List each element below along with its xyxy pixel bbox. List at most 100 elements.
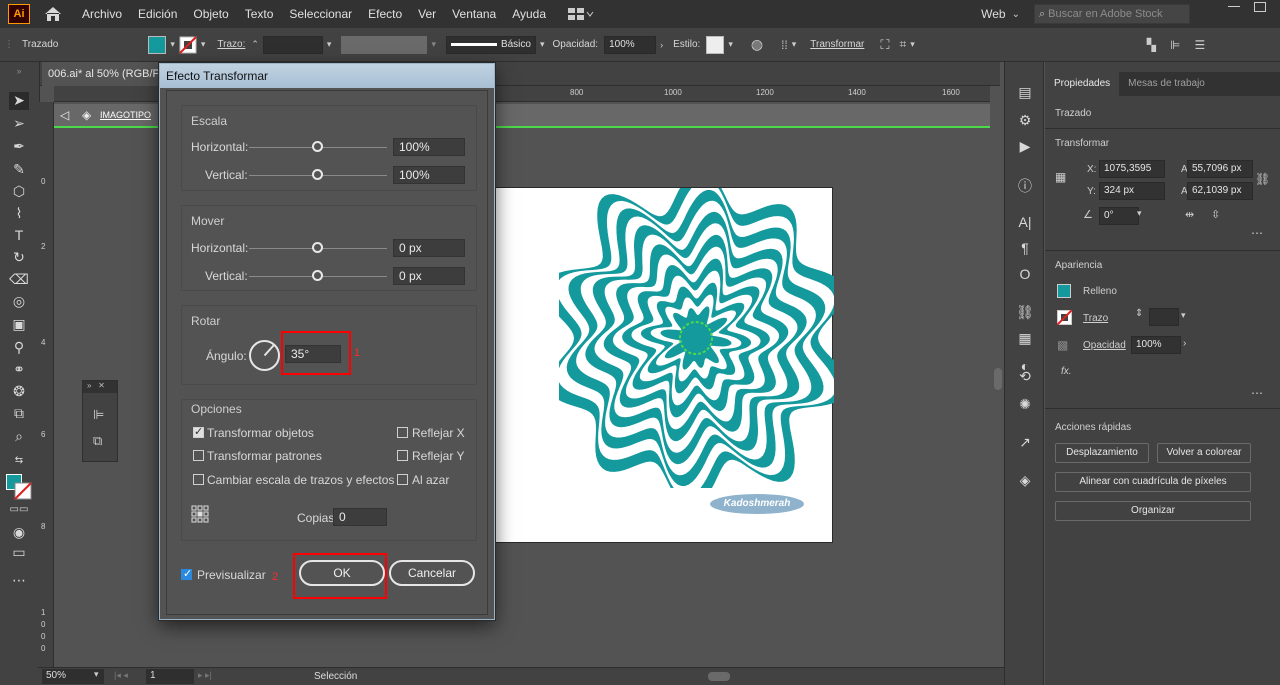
stroke-label[interactable]: Trazo:	[217, 39, 245, 50]
next-artboard-icon[interactable]: ▸ ▸|	[198, 670, 212, 681]
move-horizontal-field[interactable]: 0 px	[393, 239, 465, 257]
chevron-down-icon[interactable]: ▾	[1181, 310, 1186, 321]
document-tab[interactable]: 006.ai* al 50% (RGB/Pr	[42, 62, 170, 86]
blend-tool-icon[interactable]: ⚭	[9, 361, 29, 379]
reflect-x-checkbox[interactable]	[397, 427, 408, 438]
pathfinder-icon[interactable]: ⧉	[93, 433, 102, 449]
preview-checkbox[interactable]	[181, 567, 192, 580]
menu-seleccionar[interactable]: Seleccionar	[281, 7, 360, 21]
menu-edicion[interactable]: Edición	[130, 7, 185, 21]
maximize-button[interactable]	[1254, 2, 1266, 12]
stroke-weight-stepper[interactable]: ⌃	[251, 39, 259, 50]
curvature-tool-icon[interactable]: ✎	[9, 161, 29, 179]
align-pixel-grid-button[interactable]: Alinear con cuadrícula de píxeles	[1055, 472, 1251, 492]
random-checkbox[interactable]	[397, 474, 408, 485]
rotate-tool-icon[interactable]: ↻	[9, 249, 29, 267]
isolation-layer-name[interactable]: IMAGOTIPO	[100, 110, 151, 120]
character-icon[interactable]: A|	[1015, 214, 1035, 232]
paragraph-icon[interactable]: ¶	[1015, 240, 1035, 258]
panel-header[interactable]: » ✕	[83, 381, 117, 393]
stroke-weight-field[interactable]	[262, 35, 323, 54]
opacity-field[interactable]: 100%	[1131, 336, 1181, 354]
draw-mode-icon[interactable]: ◉	[9, 524, 29, 542]
align-icon[interactable]: ⁞⁞	[781, 38, 788, 52]
scale-strokes-checkbox[interactable]	[193, 474, 204, 485]
arrange-documents-icon[interactable]	[568, 7, 594, 21]
stock-search-input[interactable]: ⌕ Buscar en Adobe Stock	[1034, 4, 1190, 24]
menu-ver[interactable]: Ver	[410, 7, 444, 21]
first-artboard-icon[interactable]: |◂ ◂	[114, 670, 128, 681]
transform-objects-checkbox[interactable]	[193, 425, 204, 438]
more-options-icon[interactable]: ⋯	[1251, 386, 1263, 400]
stroke-color-swatch[interactable]	[14, 482, 32, 500]
shape-tool-icon[interactable]: ⬡	[9, 183, 29, 201]
stroke-none-swatch[interactable]	[179, 35, 197, 54]
menu-efecto[interactable]: Efecto	[360, 7, 410, 21]
opacity-field[interactable]: 100%	[604, 35, 657, 54]
chevron-right-icon[interactable]: ›	[1183, 338, 1186, 349]
chevron-down-icon[interactable]: ▾	[728, 39, 733, 50]
symbol-sprayer-tool-icon[interactable]: ❂	[9, 383, 29, 401]
chevron-down-icon[interactable]: ▾	[792, 39, 797, 50]
collapse-icon[interactable]: »	[9, 66, 29, 84]
screen-mode-icon[interactable]: ▭	[9, 544, 29, 562]
transform-patterns-checkbox[interactable]	[193, 450, 204, 461]
home-icon[interactable]	[44, 6, 62, 22]
chevron-right-icon[interactable]: ›	[660, 40, 663, 50]
arrange-button[interactable]: Organizar	[1055, 501, 1251, 521]
artboard-tool-icon[interactable]: ⧉	[9, 405, 29, 423]
horizontal-scroll-thumb[interactable]	[708, 672, 730, 681]
selection-tool-icon[interactable]: ➤	[9, 92, 29, 110]
export-icon[interactable]: ↗	[1015, 434, 1035, 452]
stroke-swatch[interactable]	[1057, 310, 1072, 325]
gradient-tool-icon[interactable]: ▣	[9, 316, 29, 334]
constrain-proportions-icon[interactable]: ⛓	[1255, 172, 1270, 186]
angle-dial[interactable]	[248, 339, 281, 372]
menu-objeto[interactable]: Objeto	[185, 7, 236, 21]
random-label[interactable]: Al azar	[412, 473, 449, 487]
play-icon[interactable]: ▶	[1015, 138, 1035, 156]
tab-propiedades[interactable]: Propiedades	[1045, 72, 1120, 96]
reference-point-icon[interactable]	[191, 505, 209, 523]
menu-ayuda[interactable]: Ayuda	[504, 7, 554, 21]
scale-horizontal-field[interactable]: 100%	[393, 138, 465, 156]
more-options-icon[interactable]: ⋯	[1251, 226, 1263, 240]
color-mode-icons[interactable]: ▭▭	[9, 504, 29, 522]
chevron-down-icon[interactable]: ▾	[327, 39, 332, 50]
chevron-down-icon[interactable]: ▾	[94, 669, 99, 680]
transform-patterns-label[interactable]: Transformar patrones	[207, 449, 322, 463]
preview-label[interactable]: Previsualizar	[197, 568, 266, 582]
recolor-button[interactable]: Volver a colorear	[1157, 443, 1251, 463]
libraries-icon[interactable]: ▤	[1015, 84, 1035, 102]
transform-objects-label[interactable]: Transformar objetos	[207, 426, 314, 440]
minimize-button[interactable]	[1228, 6, 1240, 7]
scale-vertical-slider[interactable]	[312, 169, 323, 180]
reflect-y-label[interactable]: Reflejar Y	[412, 449, 464, 463]
align-panel-icon[interactable]: ⊫	[93, 407, 104, 423]
height-field[interactable]: 62,1039 px	[1187, 182, 1253, 200]
reflect-y-checkbox[interactable]	[397, 450, 408, 461]
opacity-label[interactable]: Opacidad	[1083, 340, 1126, 351]
links-icon[interactable]: ⛓	[1015, 304, 1035, 322]
panel-menu-icon[interactable]: ☰	[1194, 38, 1205, 52]
layers-icon[interactable]: ◈	[1015, 472, 1035, 490]
zoom-tool-icon[interactable]: ⌕	[9, 428, 29, 446]
puppet-warp-icon[interactable]: ⌗	[899, 37, 906, 52]
brush-definition[interactable]: Básico	[445, 35, 536, 54]
reflect-x-label[interactable]: Reflejar X	[412, 426, 465, 440]
stroke-weight-stepper[interactable]: ⇕	[1135, 308, 1143, 319]
eraser-tool-icon[interactable]: ⌫	[9, 271, 29, 289]
warp-tool-icon[interactable]: ◎	[9, 293, 29, 311]
fx-button[interactable]: fx.	[1061, 366, 1072, 377]
stroke-label[interactable]: Trazo	[1083, 313, 1108, 324]
transform-link[interactable]: Transformar	[810, 39, 864, 50]
pen-tool-icon[interactable]: ✒	[9, 138, 29, 156]
dialog-title[interactable]: Efecto Transformar	[160, 64, 494, 88]
variable-width-profile[interactable]	[341, 35, 428, 54]
isolate-object-icon[interactable]: ⛶	[880, 37, 889, 53]
chevron-down-icon[interactable]: ▾	[1137, 208, 1142, 219]
chevron-down-icon[interactable]: ▾	[201, 39, 206, 50]
recolor-artwork-icon[interactable]: ◍	[751, 36, 763, 53]
fill-swatch[interactable]	[1057, 284, 1071, 298]
offset-path-button[interactable]: Desplazamiento	[1055, 443, 1149, 463]
